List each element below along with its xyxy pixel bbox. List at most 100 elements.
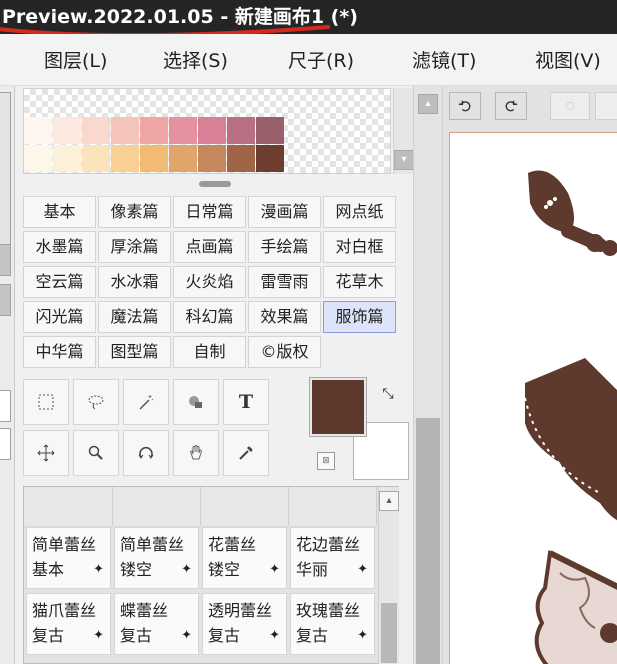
rect-select-tool[interactable] bbox=[23, 379, 69, 425]
scroll-down-icon[interactable]: ▾ bbox=[394, 150, 414, 170]
left-strip-field[interactable] bbox=[0, 428, 11, 460]
undo-icon bbox=[458, 100, 471, 112]
color-swatch[interactable] bbox=[111, 145, 139, 172]
color-swatch[interactable] bbox=[53, 145, 81, 172]
panel-scrollbar[interactable]: ▴ bbox=[413, 86, 443, 664]
menu-bar: 图层(L) 选择(S) 尺子(R) 滤镜(T) 视图(V) bbox=[0, 34, 617, 86]
scroll-thumb[interactable] bbox=[381, 603, 397, 663]
brush-category-tab[interactable]: 中华篇 bbox=[23, 336, 96, 368]
brush-category-tab[interactable]: 对白框 bbox=[323, 231, 396, 263]
left-strip-button[interactable] bbox=[0, 244, 11, 276]
brush-category-tab[interactable]: 雷雪雨 bbox=[248, 266, 321, 298]
brush-item[interactable]: 猫爪蕾丝 复古 ✦ bbox=[26, 593, 111, 655]
color-swatch[interactable] bbox=[227, 117, 255, 144]
brush-category-tab[interactable]: 闪光篇 bbox=[23, 301, 96, 333]
hand-tool[interactable] bbox=[173, 430, 219, 476]
magic-wand-tool[interactable] bbox=[123, 379, 169, 425]
brush-category-tab[interactable]: 手绘篇 bbox=[248, 231, 321, 263]
brush-item[interactable]: 蝶蕾丝 复古 ✦ bbox=[114, 593, 199, 655]
drawing-canvas[interactable] bbox=[449, 132, 617, 664]
brush-category-tab[interactable]: 空云篇 bbox=[23, 266, 96, 298]
zoom-tool[interactable] bbox=[73, 430, 119, 476]
left-strip-field[interactable] bbox=[0, 390, 11, 422]
color-swatch[interactable] bbox=[140, 145, 168, 172]
move-icon bbox=[37, 444, 55, 462]
brush-item[interactable]: 简单蕾丝 镂空 ✦ bbox=[114, 527, 199, 589]
brush-header-cell bbox=[289, 487, 377, 525]
lasso-tool[interactable] bbox=[73, 379, 119, 425]
menu-select[interactable]: 选择(S) bbox=[163, 46, 228, 73]
menu-filter[interactable]: 滤镜(T) bbox=[412, 46, 476, 73]
brush-item[interactable]: 简单蕾丝 基本 ✦ bbox=[26, 527, 111, 589]
brush-category-tab[interactable]: 漫画篇 bbox=[248, 196, 321, 228]
rotate-view-tool[interactable] bbox=[123, 430, 169, 476]
brush-list-scrollbar[interactable]: ▴ bbox=[378, 487, 399, 664]
color-swatch[interactable] bbox=[82, 117, 110, 144]
brush-name: 玫瑰蕾丝 bbox=[296, 601, 361, 620]
brush-item[interactable]: 玫瑰蕾丝 复古 ✦ bbox=[290, 593, 375, 655]
color-swatch[interactable] bbox=[169, 117, 197, 144]
eyedropper-tool[interactable] bbox=[223, 430, 269, 476]
toolbar-button-disabled[interactable] bbox=[550, 92, 590, 120]
brush-item[interactable]: 花边蕾丝 华丽 ✦ bbox=[290, 527, 375, 589]
brush-list: 简单蕾丝 基本 ✦ 简单蕾丝 镂空 ✦ 花蕾丝 镂空 ✦ 花边蕾丝 华丽 ✦ 猫爪蕾丝 复古 ✦ 蝶蕾丝 复古 ✦… bbox=[23, 486, 399, 664]
toolbar-button-disabled[interactable] bbox=[595, 92, 617, 120]
scroll-up-icon[interactable]: ▴ bbox=[418, 94, 438, 114]
color-swatch[interactable] bbox=[198, 117, 226, 144]
scroll-up-icon[interactable]: ▴ bbox=[379, 491, 399, 511]
brush-category-tab[interactable]: 科幻篇 bbox=[173, 301, 246, 333]
color-swatch[interactable] bbox=[82, 145, 110, 172]
brush-category-tab[interactable]: 效果篇 bbox=[248, 301, 321, 333]
brush-category-tab[interactable]: ©版权 bbox=[248, 336, 321, 368]
color-swatch[interactable] bbox=[198, 145, 226, 172]
brush-category-tab[interactable]: 水墨篇 bbox=[23, 231, 96, 263]
redo-button[interactable] bbox=[495, 92, 527, 120]
brush-category-tab[interactable]: 厚涂篇 bbox=[98, 231, 171, 263]
left-toolbar-strip bbox=[0, 86, 15, 664]
brush-category-tab[interactable]: 基本 bbox=[23, 196, 96, 228]
app-window: Preview.2022.01.05 - 新建画布1 (*) 图层(L) 选择(… bbox=[0, 0, 617, 664]
color-swatch[interactable] bbox=[256, 117, 284, 144]
brush-category-tab[interactable]: 图型篇 bbox=[98, 336, 171, 368]
brush-category-tab[interactable]: 服饰篇 bbox=[323, 301, 396, 333]
color-swatch[interactable] bbox=[24, 117, 52, 144]
brush-category-tab[interactable]: 魔法篇 bbox=[98, 301, 171, 333]
brush-category-tab[interactable]: 像素篇 bbox=[98, 196, 171, 228]
panel-resize-grip[interactable] bbox=[199, 181, 231, 187]
brush-category-tab[interactable]: 日常篇 bbox=[173, 196, 246, 228]
brush-category-tab[interactable]: 花草木 bbox=[323, 266, 396, 298]
primary-color-swatch[interactable] bbox=[309, 377, 367, 437]
brush-category-tab[interactable]: 火炎焰 bbox=[173, 266, 246, 298]
scroll-thumb[interactable] bbox=[416, 418, 440, 664]
sparkle-icon: ✦ bbox=[357, 562, 368, 577]
undo-button[interactable] bbox=[449, 92, 481, 120]
move-tool[interactable] bbox=[23, 430, 69, 476]
brush-category-tab[interactable]: 自制 bbox=[173, 336, 246, 368]
lasso-icon bbox=[88, 395, 104, 410]
reset-colors-icon[interactable]: ⊠ bbox=[317, 452, 335, 470]
sparkle-icon: ✦ bbox=[357, 628, 368, 643]
color-swatch[interactable] bbox=[111, 117, 139, 144]
text-tool[interactable]: T bbox=[223, 379, 269, 425]
swap-colors-icon[interactable]: ⤡ bbox=[379, 386, 397, 404]
lace-shape-rhombus bbox=[528, 170, 617, 256]
menu-ruler[interactable]: 尺子(R) bbox=[288, 46, 354, 73]
brush-item[interactable]: 花蕾丝 镂空 ✦ bbox=[202, 527, 287, 589]
left-strip-button[interactable] bbox=[0, 284, 11, 316]
color-swatch[interactable] bbox=[169, 145, 197, 172]
brush-name: 蝶蕾丝 bbox=[120, 601, 169, 620]
menu-layer[interactable]: 图层(L) bbox=[44, 46, 107, 73]
brush-name: 猫爪蕾丝 bbox=[32, 601, 97, 620]
palette-scrollbar[interactable]: ▾ bbox=[393, 88, 414, 174]
color-swatch[interactable] bbox=[140, 117, 168, 144]
brush-category-tab[interactable]: 点画篇 bbox=[173, 231, 246, 263]
color-swatch[interactable] bbox=[24, 145, 52, 172]
brush-category-tab[interactable]: 水冰霜 bbox=[98, 266, 171, 298]
color-swatch[interactable] bbox=[53, 117, 81, 144]
brush-category-tab[interactable]: 网点纸 bbox=[323, 196, 396, 228]
fill-shape-tool[interactable] bbox=[173, 379, 219, 425]
color-swatch[interactable] bbox=[256, 145, 284, 172]
color-swatch[interactable] bbox=[227, 145, 255, 172]
menu-view[interactable]: 视图(V) bbox=[535, 46, 601, 73]
brush-item[interactable]: 透明蕾丝 复古 ✦ bbox=[202, 593, 287, 655]
